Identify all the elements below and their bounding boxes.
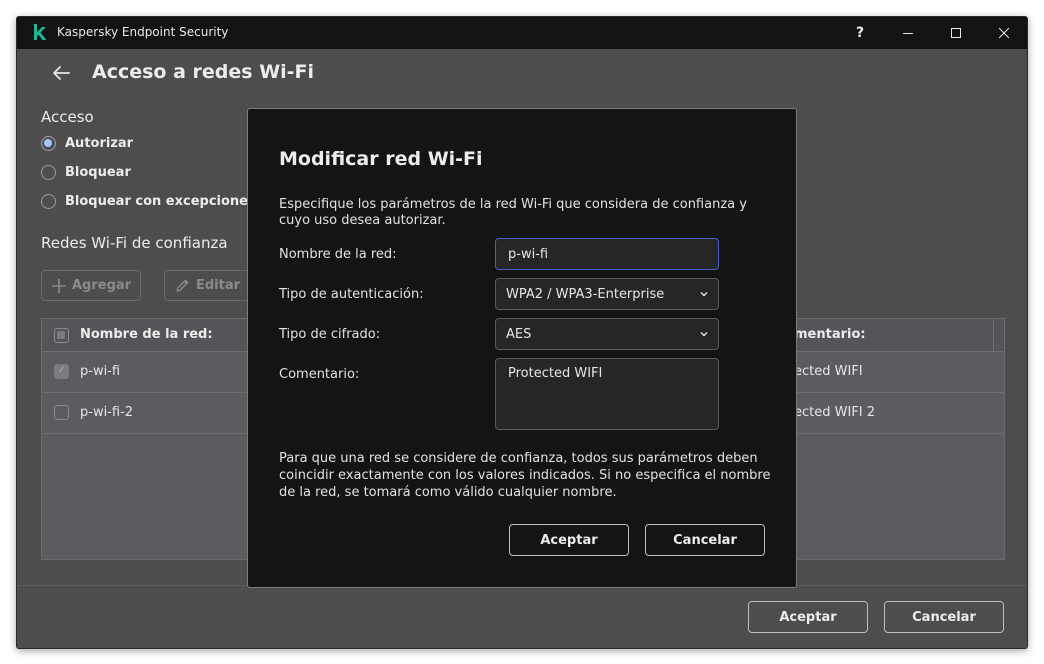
radio-autorizar[interactable]: Autorizar — [41, 136, 133, 151]
row-network-name: p-wi-fi-2 — [80, 405, 134, 420]
trusted-networks-title: Redes Wi-Fi de confianza — [41, 234, 228, 252]
minimize-button[interactable] — [885, 17, 931, 49]
add-button-label: Agregar — [72, 278, 132, 293]
footer-ok-button[interactable]: Aceptar — [748, 601, 868, 633]
select-all-checkbox[interactable] — [54, 328, 69, 343]
encryption-type-select[interactable]: AES — [495, 318, 719, 350]
title-bar: Kaspersky Endpoint Security ? — [17, 17, 1027, 49]
pencil-icon — [176, 279, 189, 292]
dialog-note: Para que una red se considere de confian… — [279, 451, 771, 500]
comment-label: Comentario: — [279, 367, 360, 382]
radio-label: Bloquear — [65, 165, 131, 180]
column-header-comment[interactable]: mentario: — [794, 327, 866, 342]
help-button[interactable]: ? — [837, 17, 883, 49]
plus-icon — [52, 278, 66, 293]
column-resize-handle[interactable] — [993, 319, 994, 352]
row-checkbox[interactable] — [54, 405, 69, 420]
chevron-down-icon — [700, 291, 708, 297]
footer: Aceptar Cancelar — [17, 585, 1027, 648]
row-comment: ected WIFI — [794, 364, 863, 379]
edit-button-label: Editar — [196, 278, 241, 293]
radio-label: Bloquear con excepciones — [65, 194, 256, 209]
dialog-ok-button[interactable]: Aceptar — [509, 524, 629, 556]
comment-value: Protected WIFI — [508, 366, 603, 381]
auth-type-select[interactable]: WPA2 / WPA3-Enterprise — [495, 278, 719, 310]
add-button[interactable]: Agregar — [41, 270, 141, 301]
radio-label: Autorizar — [65, 136, 134, 151]
maximize-icon — [951, 28, 961, 38]
network-name-input[interactable]: p-wi-fi — [495, 238, 719, 270]
auth-type-label: Tipo de autenticación: — [279, 287, 424, 302]
access-section-title: Acceso — [41, 108, 94, 126]
page-header: Acceso a redes Wi-Fi — [17, 49, 1027, 101]
app-title: Kaspersky Endpoint Security — [57, 25, 229, 39]
radio-unchecked-icon[interactable] — [41, 194, 56, 209]
minimize-icon — [903, 33, 913, 34]
radio-unchecked-icon[interactable] — [41, 165, 56, 180]
row-comment: ected WIFI 2 — [794, 405, 876, 420]
row-network-name: p-wi-fi — [80, 364, 121, 379]
edit-wifi-dialog: Modificar red Wi-Fi Especifique los pará… — [247, 108, 797, 588]
page-title: Acceso a redes Wi-Fi — [92, 61, 315, 83]
column-header-network-name[interactable]: Nombre de la red: — [80, 327, 213, 342]
help-icon: ? — [855, 25, 865, 41]
edit-button[interactable]: Editar — [164, 270, 254, 301]
close-icon — [998, 27, 1010, 39]
footer-cancel-button[interactable]: Cancelar — [884, 601, 1004, 633]
network-name-label: Nombre de la red: — [279, 247, 397, 262]
radio-checked-icon[interactable] — [41, 136, 56, 151]
dialog-cancel-button[interactable]: Cancelar — [645, 524, 765, 556]
encryption-type-label: Tipo de cifrado: — [279, 327, 381, 342]
kaspersky-logo-icon — [34, 24, 47, 40]
network-name-value: p-wi-fi — [508, 246, 549, 262]
auth-type-value: WPA2 / WPA3-Enterprise — [506, 286, 665, 302]
dialog-description: Especifique los parámetros de la red Wi-… — [279, 197, 747, 228]
comment-textarea[interactable]: Protected WIFI — [495, 358, 719, 430]
radio-bloquear[interactable]: Bloquear — [41, 165, 131, 180]
encryption-type-value: AES — [506, 326, 532, 342]
radio-bloquear-con-excepciones[interactable]: Bloquear con excepciones — [41, 194, 256, 209]
maximize-button[interactable] — [933, 17, 979, 49]
back-arrow-icon[interactable] — [51, 63, 71, 83]
row-checkbox-checked[interactable]: ✓ — [54, 364, 69, 379]
chevron-down-icon — [700, 331, 708, 337]
dialog-title: Modificar red Wi-Fi — [279, 148, 483, 170]
close-button[interactable] — [981, 17, 1027, 49]
